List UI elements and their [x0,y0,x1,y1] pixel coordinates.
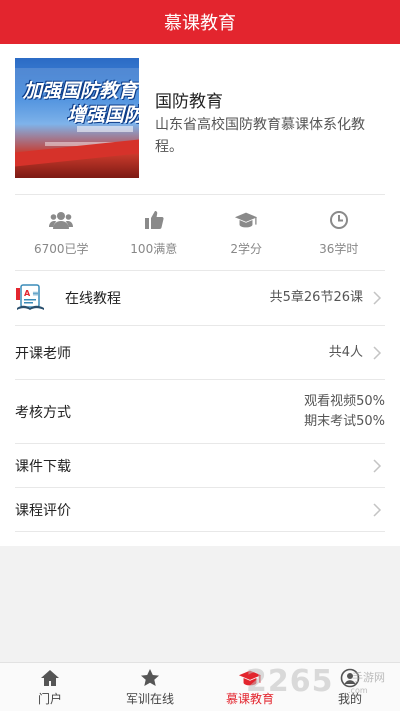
course-description: 山东省高校国防教育慕课体系化教程。 [155,117,365,155]
stat-satisfaction: 100满意 [108,196,201,270]
home-icon [41,670,59,686]
stat-credits: 2学分 [200,196,293,270]
chevron-right-icon [373,458,382,473]
chevron-right-icon [373,291,382,305]
stat-learners: 6700已学 [15,196,108,270]
watermark-subtitle: 手游网 [352,671,385,684]
tab-label: 门户 [37,692,62,706]
svg-text:A: A [24,289,31,298]
row-online-tutorial[interactable]: A ≡ 在线教程 共5章26节26课 [15,271,385,326]
row-teachers[interactable]: 开课老师 共4人 [15,326,385,380]
course-stats: 6700已学 100满意 2学分 36学时 [15,196,385,270]
app-header: 慕课教育 [0,0,400,44]
stat-label: 36学时 [319,242,359,256]
course-info: 加强国防教育 增强国防 国防教育 山东省高校国防教育慕课体系化教程。 [15,58,385,194]
row-assessment: 考核方式 观看视频50% 期末考试50% [15,380,385,444]
row-label: 考核方式 [15,404,71,421]
tutorial-count: 共5章26节26课 [269,290,363,305]
clock-icon [327,208,351,232]
chevron-right-icon [373,345,382,360]
stat-label: 6700已学 [33,242,89,256]
course-title: 国防教育 [155,92,223,112]
thumbs-up-icon [142,208,166,232]
row-label: 开课老师 [15,345,71,362]
row-label: 课程评价 [15,502,71,519]
tab-label: 军训在线 [125,692,174,706]
row-courseware-download[interactable]: 课件下载 [15,444,385,488]
watermark-logo: 2265 [246,664,334,699]
watermark-domain: .com [348,686,368,695]
bottom-tab-bar: 门户 军训在线 慕课教育 我的 [0,662,400,711]
stat-label: 2学分 [230,242,263,256]
graduation-cap-icon [234,208,258,232]
assessment-values: 观看视频50% 期末考试50% [304,392,385,432]
teacher-count: 共4人 [328,344,363,360]
stat-label: 100满意 [130,242,178,256]
row-course-review[interactable]: 课程评价 [15,488,385,532]
assessment-video: 观看视频50% [304,393,385,409]
chevron-right-icon [373,502,382,517]
divider [15,194,385,195]
assessment-exam: 期末考试50% [304,413,385,429]
cover-text-2: 增强国防 [67,104,139,126]
cover-text-1: 加强国防教育 [23,80,138,102]
stat-hours: 36学时 [293,196,386,270]
tutorial-icon: A ≡ [15,281,49,315]
star-icon [141,669,159,686]
row-label: 课件下载 [15,458,71,475]
course-detail: 加强国防教育 增强国防 国防教育 山东省高校国防教育慕课体系化教程。 6700已 [0,44,400,546]
tab-portal[interactable]: 门户 [0,663,100,711]
row-label: 在线教程 [65,291,121,307]
page-title: 慕课教育 [164,13,236,34]
course-cover-image[interactable]: 加强国防教育 增强国防 [15,58,139,178]
svg-text:≡: ≡ [32,289,39,298]
users-icon [49,208,74,232]
tab-military-training[interactable]: 军训在线 [100,663,200,711]
